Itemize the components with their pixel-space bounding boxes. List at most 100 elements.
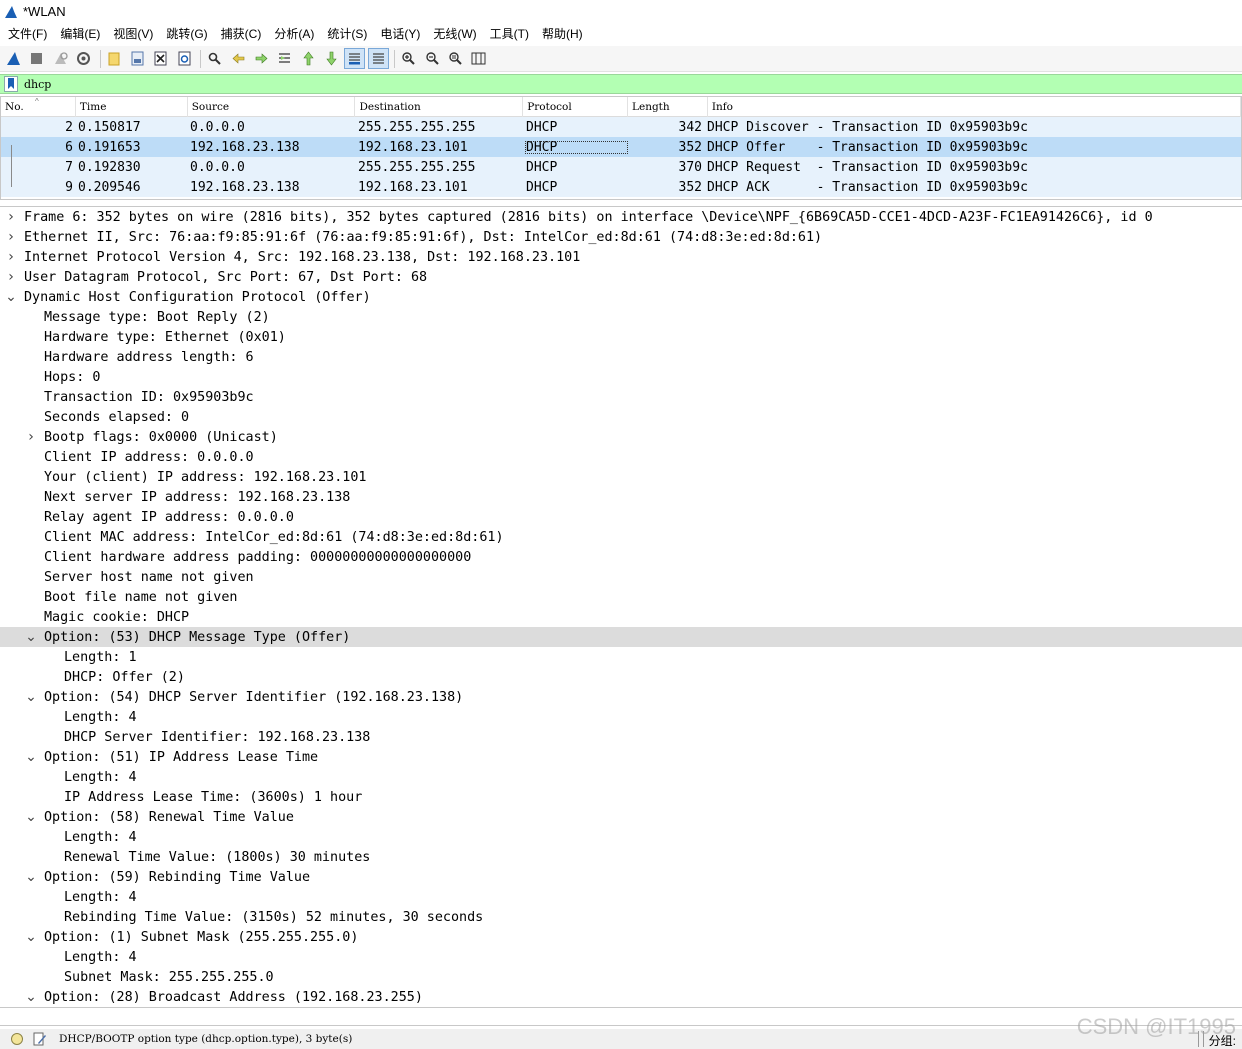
open-folder-icon[interactable] [104, 48, 125, 69]
column-header[interactable]: Info [708, 97, 1241, 117]
detail-tree-text: Rebinding Time Value: (3150s) 52 minutes… [64, 909, 484, 925]
detail-tree-item[interactable]: › Internet Protocol Version 4, Src: 192.1… [0, 247, 1242, 267]
menu-item[interactable]: 捕获(C) [216, 24, 267, 44]
detail-tree-item[interactable]: IP Address Lease Time: (3600s) 1 hour [0, 787, 1242, 807]
detail-tree-item[interactable]: Client IP address: 0.0.0.0 [0, 447, 1242, 467]
detail-tree-item[interactable]: › Ethernet II, Src: 76:aa:f9:85:91:6f (76… [0, 227, 1242, 247]
detail-tree-item[interactable]: Your (client) IP address: 192.168.23.101 [0, 467, 1242, 487]
packet-row[interactable]: 2 0.150817 0.0.0.0 255.255.255.255 DHCP 342 DH… [1, 117, 1241, 137]
stop-icon[interactable] [26, 48, 47, 69]
expert-info-led-icon[interactable] [11, 1033, 23, 1045]
last-packet-icon[interactable] [321, 48, 342, 69]
menu-item[interactable]: 帮助(H) [537, 24, 588, 44]
detail-tree-item[interactable]: Length: 1 [0, 647, 1242, 667]
collapse-chevron-icon[interactable]: ⌄ [24, 810, 38, 824]
collapse-chevron-icon[interactable]: ⌄ [24, 870, 38, 884]
detail-tree-item[interactable]: Next server IP address: 192.168.23.138 [0, 487, 1242, 507]
detail-tree-item[interactable]: Seconds elapsed: 0 [0, 407, 1242, 427]
collapse-chevron-icon[interactable]: ⌄ [24, 750, 38, 764]
detail-tree-item[interactable]: › Frame 6: 352 bytes on wire (2816 bits),… [0, 207, 1242, 227]
detail-tree-item[interactable]: ⌄ Option: (51) IP Address Lease Time [0, 747, 1242, 767]
menu-item[interactable]: 跳转(G) [161, 24, 212, 44]
detail-tree-item[interactable]: ⌄ Option: (53) DHCP Message Type (Offer) [0, 627, 1242, 647]
detail-tree-item[interactable]: Relay agent IP address: 0.0.0.0 [0, 507, 1242, 527]
detail-tree-text: Boot file name not given [44, 589, 238, 605]
resize-columns-icon[interactable] [468, 48, 489, 69]
menu-item[interactable]: 工具(T) [485, 24, 534, 44]
packet-row[interactable]: 7 0.192830 0.0.0.0 255.255.255.255 DHCP 370 DH… [1, 157, 1241, 177]
capture-comment-icon[interactable] [33, 1032, 47, 1046]
detail-tree-item[interactable]: Rebinding Time Value: (3150s) 52 minutes… [0, 907, 1242, 927]
collapse-chevron-icon[interactable]: ⌄ [24, 930, 38, 944]
expand-chevron-icon[interactable]: › [4, 269, 18, 285]
autoscroll-icon[interactable] [344, 48, 366, 69]
column-header[interactable]: Length [628, 97, 708, 117]
expand-chevron-icon[interactable]: › [4, 249, 18, 265]
find-icon[interactable] [204, 48, 225, 69]
menu-item[interactable]: 文件(F) [3, 24, 52, 44]
go-to-packet-icon[interactable] [274, 48, 295, 69]
expand-chevron-icon[interactable]: › [4, 209, 18, 225]
shark-fin-start-icon[interactable] [3, 48, 24, 69]
packet-row[interactable]: 9 0.209546 192.168.23.138 192.168.23.101 DHC… [1, 177, 1241, 197]
filter-bookmark-icon[interactable] [4, 76, 18, 92]
expand-chevron-icon[interactable]: › [4, 229, 18, 245]
detail-tree-item[interactable]: ⌄ Option: (28) Broadcast Address (192.168… [0, 987, 1242, 1007]
close-file-icon[interactable] [150, 48, 171, 69]
detail-tree-item[interactable]: Client hardware address padding: 0000000… [0, 547, 1242, 567]
column-header[interactable]: Time [76, 97, 188, 117]
column-header[interactable]: Source [188, 97, 356, 117]
options-gear-icon[interactable] [73, 48, 94, 69]
detail-tree-item[interactable]: Boot file name not given [0, 587, 1242, 607]
menu-item[interactable]: 编辑(E) [55, 24, 105, 44]
restart-icon[interactable] [50, 48, 71, 69]
detail-tree-item[interactable]: Subnet Mask: 255.255.255.0 [0, 967, 1242, 987]
detail-tree-item[interactable]: ⌄ Option: (1) Subnet Mask (255.255.255.0) [0, 927, 1242, 947]
display-filter-input[interactable] [22, 75, 1242, 93]
expand-chevron-icon[interactable]: › [24, 429, 38, 445]
zoom-normal-icon[interactable] [445, 48, 466, 69]
detail-tree-item[interactable]: Server host name not given [0, 567, 1242, 587]
detail-tree-item[interactable]: Message type: Boot Reply (2) [0, 307, 1242, 327]
detail-tree-item[interactable]: ⌄ Dynamic Host Configuration Protocol (Of… [0, 287, 1242, 307]
zoom-in-icon[interactable] [398, 48, 419, 69]
back-arrow-icon[interactable] [228, 48, 249, 69]
save-file-icon[interactable] [127, 48, 148, 69]
detail-tree-item[interactable]: Renewal Time Value: (1800s) 30 minutes [0, 847, 1242, 867]
detail-tree-item[interactable]: Transaction ID: 0x95903b9c [0, 387, 1242, 407]
detail-tree-item[interactable]: ⌄ Option: (54) DHCP Server Identifier (19… [0, 687, 1242, 707]
detail-tree-item[interactable]: Hardware type: Ethernet (0x01) [0, 327, 1242, 347]
menu-item[interactable]: 视图(V) [108, 24, 158, 44]
detail-tree-item[interactable]: DHCP Server Identifier: 192.168.23.138 [0, 727, 1242, 747]
colorize-icon[interactable] [367, 48, 389, 69]
collapse-chevron-icon[interactable]: ⌄ [24, 990, 38, 1004]
column-header[interactable]: Protocol [523, 97, 629, 117]
detail-tree-item[interactable]: Client MAC address: IntelCor_ed:8d:61 (7… [0, 527, 1242, 547]
detail-tree-item[interactable]: Length: 4 [0, 707, 1242, 727]
packet-row[interactable]: 6 0.191653 192.168.23.138 192.168.23.101 DHC… [1, 137, 1241, 157]
detail-tree-item[interactable]: › User Datagram Protocol, Src Port: 67, D… [0, 267, 1242, 287]
detail-tree-item[interactable]: Length: 4 [0, 887, 1242, 907]
detail-tree-item[interactable]: DHCP: Offer (2) [0, 667, 1242, 687]
menu-item[interactable]: 无线(W) [428, 24, 481, 44]
detail-tree-item[interactable]: Length: 4 [0, 947, 1242, 967]
column-header[interactable]: Destination [355, 97, 524, 117]
first-packet-icon[interactable] [298, 48, 319, 69]
detail-tree-item[interactable]: Length: 4 [0, 827, 1242, 847]
collapse-chevron-icon[interactable]: ⌄ [4, 290, 18, 304]
detail-tree-item[interactable]: Hops: 0 [0, 367, 1242, 387]
menu-item[interactable]: 分析(A) [269, 24, 319, 44]
detail-tree-item[interactable]: Length: 4 [0, 767, 1242, 787]
menu-item[interactable]: 电话(Y) [375, 24, 425, 44]
zoom-out-icon[interactable] [422, 48, 443, 69]
menu-item[interactable]: 统计(S) [322, 24, 372, 44]
detail-tree-item[interactable]: ⌄ Option: (58) Renewal Time Value [0, 807, 1242, 827]
reload-icon[interactable] [174, 48, 195, 69]
detail-tree-item[interactable]: Magic cookie: DHCP [0, 607, 1242, 627]
collapse-chevron-icon[interactable]: ⌄ [24, 690, 38, 704]
detail-tree-item[interactable]: ⌄ Option: (59) Rebinding Time Value [0, 867, 1242, 887]
detail-tree-item[interactable]: › Bootp flags: 0x0000 (Unicast) [0, 427, 1242, 447]
detail-tree-item[interactable]: Hardware address length: 6 [0, 347, 1242, 367]
forward-arrow-icon[interactable] [251, 48, 272, 69]
collapse-chevron-icon[interactable]: ⌄ [24, 630, 38, 644]
